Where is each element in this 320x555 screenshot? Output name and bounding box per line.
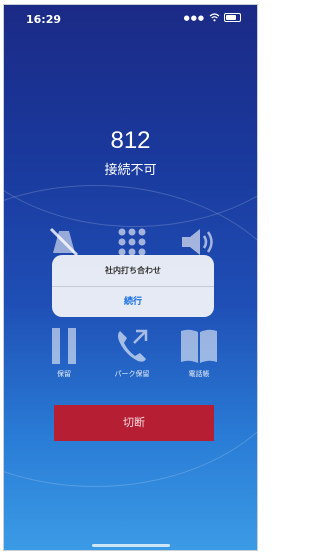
speaker-icon (182, 229, 213, 255)
call-status: 接続不可 (104, 163, 157, 178)
hangup-button[interactable]: 切断 (54, 405, 214, 441)
status-icons: ●●● (184, 13, 241, 22)
park-hold-icon (118, 329, 148, 362)
status-time: 16:29 (26, 13, 62, 26)
hold-button[interactable]: 保留 (44, 327, 84, 379)
home-indicator[interactable] (92, 544, 170, 547)
wifi-icon (209, 13, 220, 22)
battery-icon (224, 13, 241, 22)
keypad-button[interactable] (112, 225, 152, 259)
park-hold-label: パーク保留 (114, 370, 150, 378)
call-screen: 16:29 ●●● 812 接続不可 社内打ち合わせ 続行 保留 パーク保留 電… (3, 4, 258, 551)
mute-icon (49, 227, 79, 257)
park-hold-button[interactable]: パーク保留 (104, 327, 160, 379)
phonebook-label: 電話帳 (188, 370, 210, 378)
phonebook-icon (181, 329, 217, 363)
keypad-icon (118, 228, 146, 256)
speaker-button[interactable] (179, 225, 219, 259)
status-bar: 16:29 ●●● (4, 5, 257, 29)
phonebook-button[interactable]: 電話帳 (175, 327, 223, 379)
signal-dots-icon: ●●● (183, 13, 205, 22)
alert-dialog: 社内打ち合わせ 続行 (52, 255, 214, 317)
hold-label: 保留 (57, 370, 71, 378)
dialog-title: 社内打ち合わせ (52, 255, 214, 287)
hold-icon (52, 328, 76, 364)
call-number: 812 (110, 127, 151, 154)
mute-button[interactable] (44, 225, 84, 259)
continue-button[interactable]: 続行 (52, 287, 214, 317)
